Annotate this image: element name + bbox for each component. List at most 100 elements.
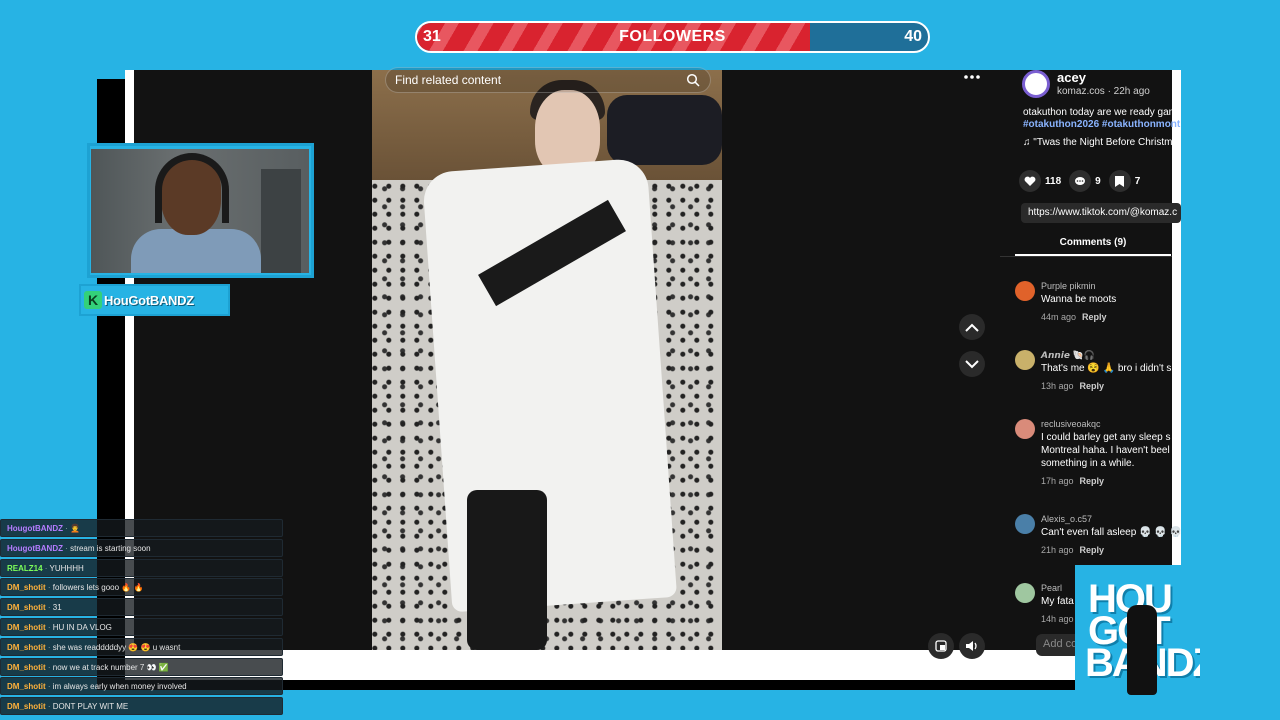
comment-text-line: My fata	[1041, 596, 1074, 607]
comment-text-line: That's me 😵 🙏 bro i didn't s	[1041, 363, 1172, 374]
follower-goal-bar: 31 FOLLOWERS 40	[415, 21, 930, 53]
kick-logo-icon: K	[84, 291, 102, 309]
chat-overlay: HougotBANDZ · 🧑‍🦱 HougotBANDZ · stream is…	[0, 519, 283, 717]
comment-text-line: something in a while.	[1041, 458, 1135, 469]
chat-text: followers lets gooo 🔥 🔥	[52, 583, 144, 593]
reply-button[interactable]: Reply	[1082, 312, 1107, 322]
comment-text: Can't even fall asleep 💀 💀 💀	[1041, 526, 1182, 539]
save-button[interactable]: 7	[1108, 170, 1140, 192]
chat-message: HougotBANDZ · 🧑‍🦱	[0, 519, 283, 537]
previous-video-button[interactable]	[959, 314, 985, 340]
reply-button[interactable]: Reply	[1080, 381, 1105, 391]
chat-username[interactable]: DM_shotit	[7, 603, 46, 612]
chat-separator: ·	[45, 583, 53, 593]
chat-text: 31	[52, 603, 62, 613]
chat-username[interactable]: DM_shotit	[7, 663, 46, 672]
chat-text: 🧑‍🦱	[70, 524, 81, 533]
channel-logo: HOU GOT BANDZ	[1075, 565, 1200, 698]
commenter-avatar[interactable]	[1015, 419, 1035, 439]
chat-username[interactable]: HougotBANDZ	[7, 544, 63, 553]
chat-message: DM_shotit · followers lets gooo 🔥 🔥	[0, 578, 283, 597]
commenter-name[interactable]: Alexis_o.c57	[1041, 514, 1092, 524]
search-placeholder: Find related content	[395, 73, 502, 87]
next-video-button[interactable]	[959, 351, 985, 377]
comment-time: 17h ago	[1041, 476, 1074, 486]
white-coat	[421, 157, 678, 613]
picture-in-picture-icon[interactable]	[928, 633, 954, 659]
comment-meta: 13h ago Reply	[1041, 381, 1104, 391]
door	[261, 169, 301, 273]
commenter-name[interactable]: Pearl	[1041, 583, 1062, 593]
chat-message: HougotBANDZ · stream is starting soon	[0, 538, 283, 557]
goal-target: 40	[904, 28, 922, 45]
chat-separator: ·	[45, 662, 53, 672]
search-icon[interactable]	[686, 73, 700, 87]
chat-separator: ·	[45, 603, 53, 613]
chat-username[interactable]: DM_shotit	[7, 643, 46, 652]
chat-separator: ·	[45, 682, 53, 692]
commenter-avatar[interactable]	[1015, 281, 1035, 301]
music-note-icon: ♫	[1023, 137, 1034, 148]
chat-username[interactable]: HougotBANDZ	[7, 524, 63, 533]
comment-time: 44m ago	[1041, 312, 1077, 322]
chat-username[interactable]: DM_shotit	[7, 623, 46, 632]
chevron-down-icon	[965, 359, 979, 368]
author-name[interactable]: acey	[1057, 70, 1086, 85]
headphones	[155, 153, 229, 223]
heart-icon	[1019, 170, 1041, 192]
comment-text: My fata	[1041, 595, 1074, 608]
chat-username[interactable]: DM_shotit	[7, 702, 46, 711]
chat-username[interactable]: REALZ14	[7, 564, 43, 573]
volume-icon[interactable]	[959, 633, 985, 659]
like-count: 118	[1045, 175, 1062, 187]
commenter-avatar[interactable]	[1015, 350, 1035, 370]
comment-meta: 17h ago Reply	[1041, 476, 1104, 486]
comment-meta: 21h ago Reply	[1041, 545, 1104, 555]
bookmark-icon	[1108, 170, 1131, 192]
comment-button[interactable]: 9	[1069, 170, 1101, 192]
comment-time: 13h ago	[1041, 381, 1074, 391]
comment-icon	[1069, 170, 1092, 192]
chat-message: DM_shotit · now we at track number 7 👀 ✅	[0, 657, 283, 676]
chat-text: DONT PLAY WIT ME	[52, 702, 129, 712]
like-button[interactable]: 118	[1019, 170, 1061, 192]
chat-separator: ·	[42, 563, 50, 573]
more-options-icon[interactable]	[959, 64, 985, 90]
webcam-feed	[91, 149, 309, 273]
chat-text: YUHHHH	[49, 563, 84, 573]
related-search-input[interactable]: Find related content	[385, 67, 711, 93]
streamer-name-tag: K HouGotBANDZ	[79, 284, 230, 316]
reply-button[interactable]: Reply	[1080, 476, 1105, 486]
commenter-name[interactable]: 𝘼𝙣𝙣𝙞𝙚 🐚🎧	[1041, 350, 1095, 361]
chat-message: DM_shotit · 31	[0, 598, 283, 617]
commenter-name[interactable]: reclusiveoakqc	[1041, 419, 1101, 429]
chat-message: DM_shotit · she was readddddyy 😍 😍 u was…	[0, 637, 283, 656]
chat-message: REALZ14 · YUHHHH	[0, 558, 283, 577]
chat-text: now we at track number 7 👀 ✅	[52, 662, 169, 672]
comment-text-line: Can't even fall asleep 💀 💀 💀	[1041, 527, 1182, 538]
commenter-name[interactable]: Purple pikmin	[1041, 281, 1096, 291]
music-title: "Twas the Night Before Christm	[1033, 137, 1173, 148]
chat-username[interactable]: DM_shotit	[7, 682, 46, 691]
reply-button[interactable]: Reply	[1080, 545, 1105, 555]
post-hashtags[interactable]: #otakuthon2026 #otakuthonmont	[1023, 119, 1180, 130]
commenter-avatar[interactable]	[1015, 583, 1035, 603]
chat-message: DM_shotit · im always early when money i…	[0, 677, 283, 696]
video-player[interactable]	[372, 70, 722, 650]
commenter-avatar[interactable]	[1015, 514, 1035, 534]
comment-count: 9	[1095, 175, 1101, 187]
streamer-name: HouGotBANDZ	[104, 292, 194, 308]
copy-link-field[interactable]: https://www.tiktok.com/@komaz.c	[1021, 203, 1181, 223]
comment-text: I could barley get any sleep s Montreal h…	[1041, 431, 1171, 470]
chat-text: she was readddddyy 😍 😍 u wasnt	[52, 642, 181, 652]
black-boot	[467, 490, 547, 650]
post-music[interactable]: ♫ "Twas the Night Before Christm	[1023, 137, 1172, 148]
author-meta: komaz.cos · 22h ago	[1057, 86, 1150, 97]
chat-username[interactable]: DM_shotit	[7, 583, 46, 592]
chat-message: DM_shotit · HU IN DA VLOG	[0, 617, 283, 636]
chat-separator: ·	[45, 702, 53, 712]
chat-text: stream is starting soon	[70, 543, 151, 553]
comment-time: 14h ago	[1041, 614, 1074, 624]
author-avatar[interactable]	[1022, 70, 1050, 98]
tab-comments[interactable]: Comments (9)	[1015, 237, 1171, 248]
